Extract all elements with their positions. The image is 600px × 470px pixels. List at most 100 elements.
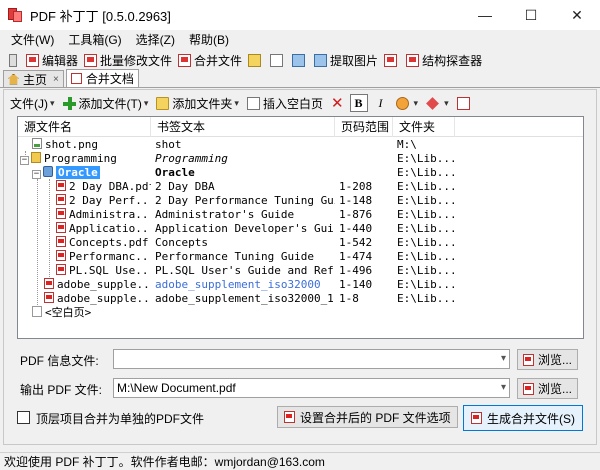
image-button[interactable] bbox=[289, 50, 311, 70]
output-pdf-input[interactable]: M:\New Document.pdf ▾ bbox=[113, 378, 510, 398]
range-cell: 1-474 bbox=[339, 250, 373, 263]
output-browse-button[interactable]: 浏览... bbox=[517, 378, 579, 399]
bold-button[interactable]: B bbox=[349, 94, 368, 112]
copy-pdf-button[interactable] bbox=[453, 93, 477, 113]
tab-home-label: 主页 bbox=[23, 72, 48, 87]
pdf-icon bbox=[523, 382, 534, 395]
menu-bar: 文件(W) 工具箱(G) 选择(Z) 帮助(B) bbox=[0, 30, 600, 50]
collapse-icon[interactable]: − bbox=[20, 156, 29, 165]
window-title: PDF 补丁丁 [0.5.0.2963] bbox=[30, 8, 171, 24]
output-pdf-label: 输出 PDF 文件: bbox=[20, 383, 103, 397]
caret-down-icon: ▾ bbox=[234, 97, 239, 108]
collapse-icon[interactable]: − bbox=[32, 170, 41, 179]
file-name: Performanc... bbox=[69, 250, 151, 263]
tab-close-icon[interactable]: × bbox=[53, 74, 59, 85]
tree-row[interactable]: shot.png shot M:\ bbox=[18, 138, 583, 152]
add-folder-button[interactable]: 添加文件夹 ▾ bbox=[152, 93, 243, 113]
folder-cell: E:\Lib... bbox=[397, 292, 455, 305]
tree-row[interactable]: Administra... Administrator's Guide 1-87… bbox=[18, 208, 583, 222]
pdf-options-button[interactable]: 设置合并后的 PDF 文件选项 bbox=[277, 406, 458, 428]
tree-row[interactable]: − Programming Programming E:\Lib... bbox=[18, 152, 583, 166]
range-cell: 1-496 bbox=[339, 264, 373, 277]
tree-row[interactable]: adobe_supple... adobe_supplement_iso3200… bbox=[18, 292, 583, 306]
tree-row[interactable]: Applicatio... Application Developer's Gu… bbox=[18, 222, 583, 236]
add-file-label: 添加文件(T) bbox=[78, 96, 142, 111]
tree-row[interactable]: 2 Day DBA.pdf 2 Day DBA 1-208 E:\Lib... bbox=[18, 180, 583, 194]
maximize-button[interactable]: ☐ bbox=[508, 0, 554, 30]
top-level-merge-checkbox[interactable] bbox=[17, 411, 30, 424]
delete-icon[interactable]: ✕ bbox=[331, 94, 344, 112]
bookmark-cell: Programming bbox=[155, 152, 228, 165]
bookmark-cell: Application Developer's Gui... bbox=[155, 222, 335, 235]
tab-merge[interactable]: 合并文档 bbox=[65, 69, 139, 87]
pdf-info-input[interactable]: ▾ bbox=[113, 349, 510, 369]
pdf-icon bbox=[284, 411, 295, 423]
caret-down-icon: ▾ bbox=[50, 97, 55, 108]
bookmark-cell: Performance Tuning Guide bbox=[155, 250, 314, 263]
editor-button[interactable]: 编辑器 bbox=[23, 50, 81, 70]
pdf-icon bbox=[523, 353, 534, 366]
folder-cell: E:\Lib... bbox=[397, 208, 455, 221]
tree-row[interactable]: Concepts.pdf Concepts 1-542 E:\Lib... bbox=[18, 236, 583, 250]
generate-merged-file-button[interactable]: 生成合并文件(S) bbox=[463, 405, 583, 431]
merge-toolbar: 文件(J) ▾ 添加文件(T) ▾ 添加文件夹 ▾ 插入空白页 ✕ B I ▾ ▾ bbox=[6, 92, 477, 114]
extract-images-button[interactable]: 提取图片 bbox=[311, 50, 381, 70]
page-button[interactable] bbox=[267, 50, 289, 70]
file-dropdown[interactable]: 文件(J) ▾ bbox=[6, 93, 59, 113]
italic-button[interactable]: I bbox=[372, 94, 390, 112]
column-source-file[interactable]: 源文件名 bbox=[18, 117, 151, 137]
file-name: shot.png bbox=[45, 138, 98, 151]
tree-row[interactable]: Performanc... Performance Tuning Guide 1… bbox=[18, 250, 583, 264]
color-palette-icon bbox=[395, 96, 409, 110]
folder-cell: E:\Lib... bbox=[397, 166, 455, 179]
source-file-cell: − Oracle bbox=[18, 166, 151, 180]
column-folder[interactable]: 文件夹 bbox=[393, 117, 455, 137]
batch-modify-button[interactable]: 批量修改文件 bbox=[81, 50, 175, 70]
tab-home[interactable]: 主页 × bbox=[3, 70, 64, 87]
pen-icon bbox=[426, 96, 439, 110]
pdf-icon bbox=[384, 53, 398, 67]
pdf-icon bbox=[56, 222, 66, 233]
tab-merge-label: 合并文档 bbox=[85, 72, 134, 86]
merge-files-button[interactable]: 合并文件 bbox=[175, 50, 245, 70]
wand-button[interactable] bbox=[245, 50, 267, 70]
add-file-button[interactable]: 添加文件(T) ▾ bbox=[59, 93, 153, 113]
chevron-down-icon[interactable]: ▾ bbox=[501, 350, 506, 368]
column-bookmark-text[interactable]: 书签文本 bbox=[151, 117, 335, 137]
folder-icon bbox=[31, 152, 41, 163]
source-file-cell: adobe_supple... bbox=[18, 278, 151, 292]
pdf-info-browse-button[interactable]: 浏览... bbox=[517, 349, 579, 370]
insert-blank-label: 插入空白页 bbox=[262, 96, 323, 111]
chevron-down-icon[interactable]: ▾ bbox=[501, 379, 506, 397]
color-button[interactable]: ▾ bbox=[392, 93, 423, 113]
database-icon bbox=[43, 166, 53, 177]
pdf-icon bbox=[44, 292, 54, 303]
tree-row[interactable]: − Oracle Oracle E:\Lib... bbox=[18, 166, 583, 180]
file-name: Oracle bbox=[56, 166, 100, 179]
toolbar-grip bbox=[6, 50, 23, 70]
source-file-cell: <空白页> bbox=[18, 306, 151, 320]
browse-label: 浏览... bbox=[538, 353, 573, 367]
tree-row[interactable]: adobe_supple... adobe_supplement_iso3200… bbox=[18, 278, 583, 292]
menu-help[interactable]: 帮助(B) bbox=[182, 30, 236, 50]
close-button[interactable]: ✕ bbox=[554, 0, 600, 30]
tree-row[interactable]: 2 Day Perf... 2 Day Performance Tuning G… bbox=[18, 194, 583, 208]
structure-explorer-button[interactable]: 结构探查器 bbox=[403, 50, 485, 70]
folder-cell: E:\Lib... bbox=[397, 236, 455, 249]
minimize-button[interactable]: — bbox=[462, 0, 508, 30]
tree-row[interactable]: PL.SQL Use... PL.SQL User's Guide and Re… bbox=[18, 264, 583, 278]
bookmark-style-button[interactable]: ▾ bbox=[422, 93, 453, 113]
pdf-tool-button[interactable] bbox=[381, 50, 403, 70]
menu-select[interactable]: 选择(Z) bbox=[129, 30, 182, 50]
document-tabs: 主页 × 合并文档 bbox=[0, 69, 600, 88]
tree-row[interactable]: <空白页> bbox=[18, 306, 583, 320]
insert-blank-page-button[interactable]: 插入空白页 bbox=[243, 93, 327, 113]
menu-toolbox[interactable]: 工具箱(G) bbox=[61, 30, 128, 50]
folder-cell: E:\Lib... bbox=[397, 278, 455, 291]
column-page-range[interactable]: 页码范围 bbox=[335, 117, 393, 137]
range-cell: 1-8 bbox=[339, 292, 359, 305]
menu-file[interactable]: 文件(W) bbox=[4, 30, 61, 50]
merge-file-tree[interactable]: 源文件名 书签文本 页码范围 文件夹 shot.png shot M:\ − Pr… bbox=[17, 116, 584, 339]
bookmark-cell: Concepts bbox=[155, 236, 208, 249]
image-icon bbox=[314, 53, 328, 67]
